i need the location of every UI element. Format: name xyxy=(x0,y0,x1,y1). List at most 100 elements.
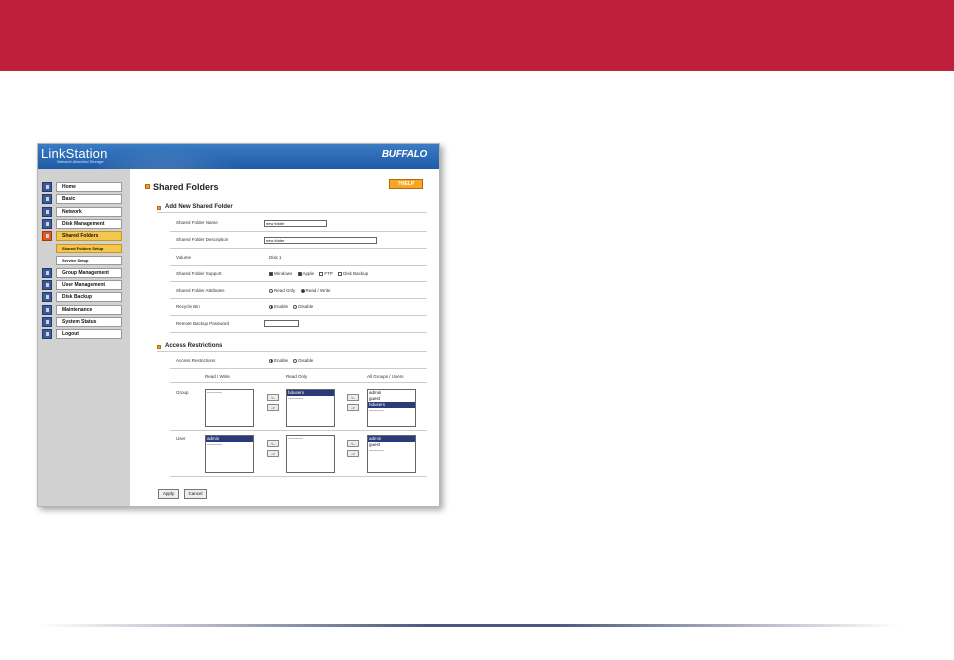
recycle-disable-option[interactable]: Disable xyxy=(293,304,313,309)
top-red-band xyxy=(0,0,954,71)
list-item[interactable]: ---------- xyxy=(206,442,253,448)
backup-password-label: Remote Backup Password xyxy=(176,321,230,326)
header-banner: LinkStation Network Attached Storage BUF… xyxy=(38,144,439,169)
group-read-only-list[interactable]: hdusers ---------- xyxy=(286,389,335,427)
radio-icon xyxy=(269,288,273,293)
apply-button[interactable]: Apply xyxy=(158,489,179,499)
user-move-left-button[interactable]: <- xyxy=(267,440,279,447)
checkbox-checked-icon xyxy=(269,271,273,276)
sidebar-item-label: Home xyxy=(56,182,122,192)
checkbox-icon xyxy=(319,271,324,276)
list-item[interactable]: ---------- xyxy=(368,448,415,454)
attribute-read-only-option[interactable]: Read Only xyxy=(269,288,295,293)
sidebar-item-label: Disk Backup xyxy=(56,292,122,302)
folder-name-input[interactable]: new folder xyxy=(264,220,327,227)
section-title-access-restrictions: Access Restrictions xyxy=(165,343,223,349)
maintenance-icon xyxy=(42,305,52,315)
sidebar: Home Basic Network Disk Management Share… xyxy=(38,169,130,506)
sidebar-item-maintenance[interactable]: Maintenance xyxy=(42,305,122,315)
sidebar-item-disk-management[interactable]: Disk Management xyxy=(42,219,122,229)
home-icon xyxy=(42,182,52,192)
divider xyxy=(170,281,427,282)
list-item[interactable]: ---------- xyxy=(287,436,334,442)
support-windows-option[interactable]: Windows xyxy=(269,271,292,276)
sidebar-item-network[interactable]: Network xyxy=(42,207,122,217)
list-item[interactable]: ---------- xyxy=(368,408,415,414)
user-move-left-button-2[interactable]: <- xyxy=(347,440,359,447)
checkbox-icon xyxy=(338,271,343,276)
section-bullet-icon xyxy=(157,345,161,349)
radio-selected-icon xyxy=(300,288,305,293)
sidebar-item-system-status[interactable]: System Status xyxy=(42,317,122,327)
cancel-button[interactable]: Cancel xyxy=(184,489,207,499)
sidebar-item-home[interactable]: Home xyxy=(42,182,122,192)
folder-attributes-label: Shared Folder Attributes xyxy=(176,288,225,293)
divider xyxy=(157,212,427,213)
folder-name-label: Shared Folder Name xyxy=(176,220,218,225)
folder-description-input[interactable]: new folder xyxy=(264,237,377,244)
sidebar-item-label: System Status xyxy=(56,317,122,327)
support-disk-backup-option[interactable]: Disk Backup xyxy=(338,271,368,276)
subitem-shared-folders-setup[interactable]: Shared Folders Setup xyxy=(56,244,122,253)
recycle-bin-label: Recycle Bin xyxy=(176,304,200,309)
sidebar-item-basic[interactable]: Basic xyxy=(42,194,122,204)
radio-icon xyxy=(293,304,298,309)
group-move-left-button-2[interactable]: <- xyxy=(347,394,359,401)
sidebar-item-logout[interactable]: Logout xyxy=(42,329,122,339)
attribute-read-write-option[interactable]: Read / Write xyxy=(300,288,330,293)
group-read-write-list[interactable]: ---------- xyxy=(205,389,254,427)
backup-password-input[interactable] xyxy=(264,320,299,327)
access-restrictions-options: Enable Disable xyxy=(269,358,317,363)
list-item[interactable]: ---------- xyxy=(287,396,334,402)
checkbox-checked-icon xyxy=(297,271,302,276)
user-move-right-button-2[interactable]: -> xyxy=(347,450,359,457)
divider xyxy=(170,265,427,266)
user-move-right-button[interactable]: -> xyxy=(267,450,279,457)
main-content: Shared Folders ?HELP Add New Shared Fold… xyxy=(130,169,439,506)
group-move-left-button[interactable]: <- xyxy=(267,394,279,401)
sidebar-item-user-management[interactable]: User Management xyxy=(42,280,122,290)
status-icon xyxy=(42,317,52,327)
divider xyxy=(170,430,427,431)
folder-description-label: Shared Folder Description xyxy=(176,237,229,242)
sidebar-item-label: Network xyxy=(56,207,122,217)
group-move-right-button[interactable]: -> xyxy=(267,404,279,411)
sidebar-item-shared-folders[interactable]: Shared Folders xyxy=(42,231,122,241)
group-icon xyxy=(42,268,52,278)
volume-label: Volume xyxy=(176,255,192,260)
group-all-list[interactable]: admin guest hdusers ---------- xyxy=(367,389,416,427)
bottom-gradient-rule xyxy=(40,624,900,627)
divider xyxy=(157,351,427,352)
folder-attributes-options: Read Only Read / Write xyxy=(269,288,334,293)
access-enable-option[interactable]: Enable xyxy=(269,358,288,363)
group-label: Group xyxy=(176,390,189,395)
divider xyxy=(170,368,427,369)
radio-icon xyxy=(293,358,298,363)
recycle-enable-option[interactable]: Enable xyxy=(269,304,288,309)
divider xyxy=(170,382,427,383)
sidebar-item-label: Basic xyxy=(56,194,122,204)
disk-icon xyxy=(42,219,52,229)
subitem-service-setup[interactable]: Service Setup xyxy=(56,256,122,265)
user-read-only-list[interactable]: ---------- xyxy=(286,435,335,473)
recycle-bin-options: Enable Disable xyxy=(269,304,317,309)
sidebar-item-label: Disk Management xyxy=(56,219,122,229)
sidebar-item-label: Maintenance xyxy=(56,305,122,315)
linkstation-tagline: Network Attached Storage xyxy=(57,159,104,164)
divider xyxy=(170,476,427,477)
user-label: User xyxy=(176,436,186,441)
user-icon xyxy=(42,280,52,290)
user-read-write-list[interactable]: admin ---------- xyxy=(205,435,254,473)
sidebar-item-disk-backup[interactable]: Disk Backup xyxy=(42,292,122,302)
access-restrictions-label: Access Restrictions xyxy=(176,358,216,363)
sidebar-item-group-management[interactable]: Group Management xyxy=(42,268,122,278)
title-bullet-icon xyxy=(145,184,150,189)
list-item[interactable]: ---------- xyxy=(206,390,253,396)
user-all-list[interactable]: admin guest ---------- xyxy=(367,435,416,473)
divider xyxy=(170,332,427,333)
access-disable-option[interactable]: Disable xyxy=(293,358,313,363)
group-move-right-button-2[interactable]: -> xyxy=(347,404,359,411)
help-button[interactable]: ?HELP xyxy=(389,179,423,189)
support-apple-option[interactable]: Apple xyxy=(297,271,314,276)
support-ftp-option[interactable]: FTP xyxy=(319,271,333,276)
